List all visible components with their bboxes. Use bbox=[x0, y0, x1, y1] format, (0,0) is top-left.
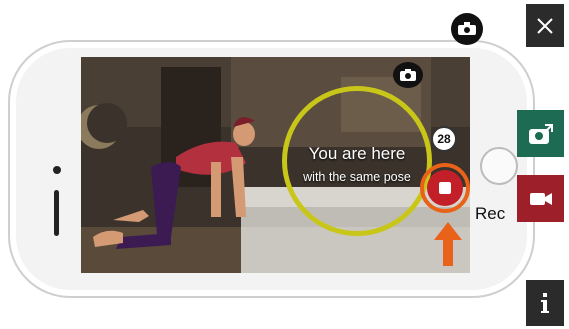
switch-camera-icon[interactable] bbox=[451, 13, 483, 45]
arrow-up-icon bbox=[434, 222, 462, 266]
video-button[interactable] bbox=[517, 175, 564, 222]
switch-camera-icon[interactable] bbox=[393, 62, 423, 88]
photo-button[interactable] bbox=[517, 110, 564, 157]
info-button[interactable] bbox=[526, 280, 564, 326]
close-button[interactable] bbox=[526, 4, 564, 47]
stop-icon bbox=[439, 182, 451, 194]
camera-share-icon bbox=[528, 123, 553, 144]
close-icon bbox=[537, 17, 553, 34]
timer-counter: 28 bbox=[431, 126, 457, 152]
info-icon bbox=[541, 293, 549, 313]
video-camera-icon bbox=[529, 192, 552, 205]
overlay-subtitle: with the same pose bbox=[303, 170, 411, 184]
phone-speaker bbox=[54, 190, 59, 236]
overlay-title: You are here bbox=[308, 144, 406, 163]
phone-camera-dot bbox=[53, 166, 61, 174]
record-button-inner bbox=[427, 170, 463, 206]
rec-label: Rec bbox=[475, 204, 506, 223]
phone-home-button bbox=[480, 147, 518, 185]
record-stop-button[interactable] bbox=[420, 163, 470, 213]
